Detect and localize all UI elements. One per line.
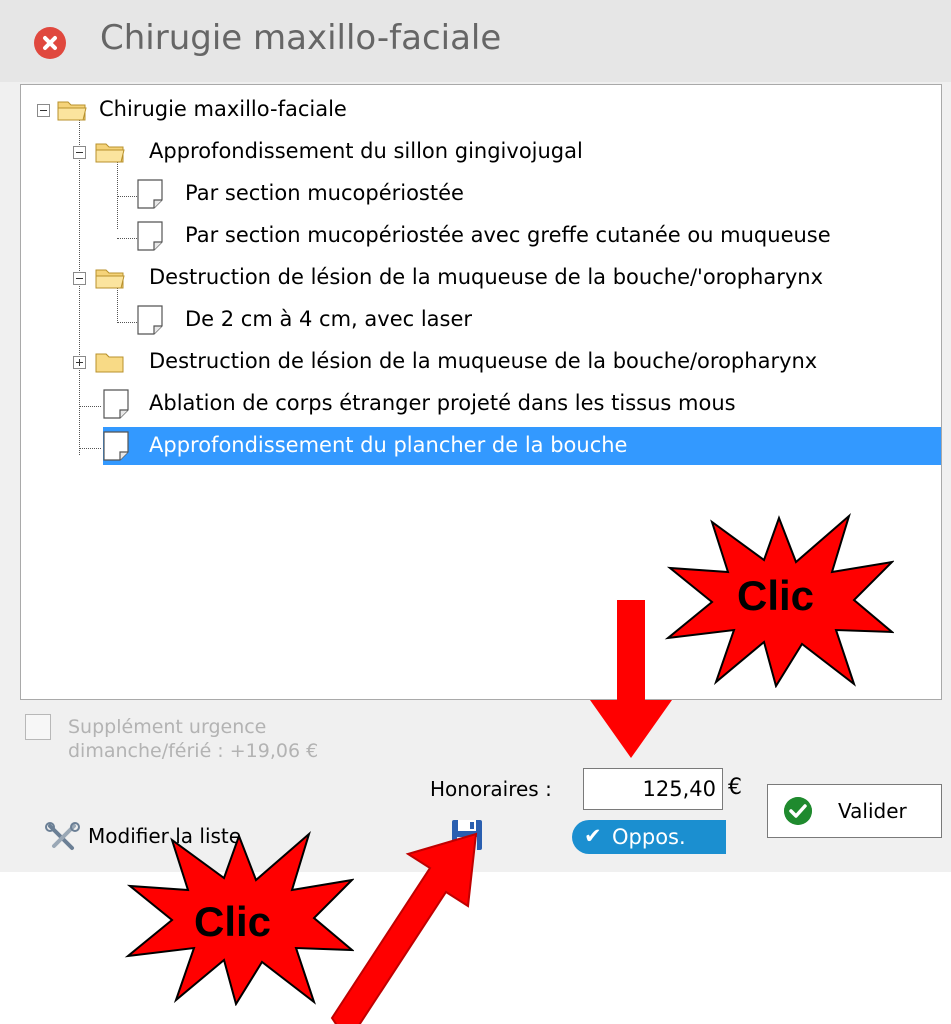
urgence-checkbox[interactable] — [25, 714, 51, 740]
clic-label-bottom: Clic — [194, 898, 272, 945]
document-icon — [103, 389, 129, 419]
valider-button[interactable]: Valider — [767, 784, 942, 838]
tree-node-label: Approfondissement du plancher de la bouc… — [149, 433, 628, 457]
folder-icon — [95, 269, 125, 289]
dialog-window: Chirugie maxillo-faciale Chirugie maxill… — [0, 0, 951, 872]
tree-node[interactable]: De 2 cm à 4 cm, avec laser — [21, 301, 721, 339]
folder-icon — [95, 353, 124, 373]
document-icon — [137, 305, 163, 335]
tree-node-label: De 2 cm à 4 cm, avec laser — [185, 307, 473, 331]
collapse-icon[interactable] — [73, 272, 86, 285]
title-bar: Chirugie maxillo-faciale — [0, 0, 951, 82]
urgence-label-line2: dimanche/férié : +19,06 € — [68, 740, 319, 762]
tree-node[interactable]: Destruction de lésion de la muqueuse de … — [21, 343, 921, 381]
tree-node[interactable]: Destruction de lésion de la muqueuse de … — [21, 259, 921, 297]
document-icon — [137, 221, 163, 251]
honoraires-input[interactable]: 125,40 — [583, 768, 723, 810]
checkmark-icon — [784, 797, 812, 825]
folder-icon — [95, 143, 125, 163]
tree-connector — [79, 448, 101, 449]
tree-node-selected[interactable]: Approfondissement du plancher de la bouc… — [103, 427, 941, 465]
folder-icon — [57, 101, 87, 121]
oppos-button[interactable]: ✔ Oppos. — [572, 820, 726, 854]
tree-node[interactable]: Par section mucopériostée — [21, 175, 721, 213]
oppos-label: Oppos. — [612, 825, 686, 849]
tree-node-label: Par section mucopériostée — [185, 181, 464, 205]
tree-node-label: Chirugie maxillo-faciale — [99, 97, 347, 121]
document-icon — [137, 179, 163, 209]
document-icon — [103, 431, 129, 461]
tree-node-label: Approfondissement du sillon gingivojugal — [149, 139, 583, 163]
window-title: Chirugie maxillo-faciale — [100, 18, 502, 58]
currency-label: € — [728, 775, 742, 800]
expand-icon[interactable] — [73, 356, 86, 369]
honoraires-label: Honoraires : — [430, 777, 552, 801]
collapse-icon[interactable] — [73, 146, 86, 159]
tree-node-label: Destruction de lésion de la muqueuse de … — [149, 265, 824, 289]
valider-label: Valider — [838, 799, 907, 823]
down-arrow-annotation — [590, 600, 672, 758]
tree-node[interactable]: Ablation de corps étranger projeté dans … — [21, 385, 921, 423]
collapse-icon[interactable] — [37, 104, 50, 117]
tree-node[interactable]: Approfondissement du sillon gingivojugal — [21, 133, 721, 171]
tree-node-label: Par section mucopériostée avec greffe cu… — [185, 223, 831, 247]
tree-node-label: Destruction de lésion de la muqueuse de … — [149, 349, 818, 373]
checkmark-icon: ✔ — [584, 824, 602, 848]
tree-node[interactable]: Chirugie maxillo-faciale — [21, 91, 621, 129]
tools-icon — [45, 822, 80, 850]
close-icon[interactable] — [34, 27, 66, 59]
clic-label-top: Clic — [737, 572, 815, 619]
tree-node[interactable]: Par section mucopériostée avec greffe cu… — [21, 217, 921, 255]
tree-node-label: Ablation de corps étranger projeté dans … — [149, 391, 736, 415]
urgence-label-line1: Supplément urgence — [68, 716, 267, 738]
